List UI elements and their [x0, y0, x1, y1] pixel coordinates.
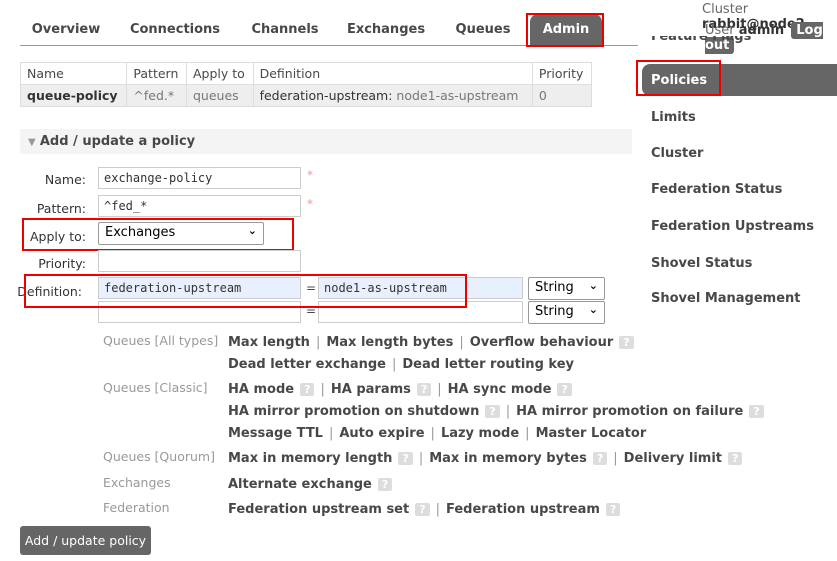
separator: | [613, 451, 618, 466]
help-key-link[interactable]: HA params [331, 382, 411, 397]
help-key-link[interactable]: Lazy mode [441, 426, 519, 441]
help-icon[interactable]: ? [415, 503, 430, 516]
help-line: Dead letter exchange | Dead letter routing… [228, 357, 574, 372]
help-line: Alternate exchange? [228, 477, 393, 492]
tab-connections[interactable]: Connections [125, 14, 225, 46]
separator: | [418, 451, 424, 466]
help-key-link[interactable]: HA mirror promotion on failure [516, 404, 743, 419]
col-pattern: Pattern [126, 62, 187, 85]
sidebar-item-policies[interactable]: Policies [642, 64, 837, 96]
col-name: Name [19, 62, 128, 85]
help-line: Federation upstream set? | Federation upst… [228, 502, 621, 517]
policies-table: Name Pattern Apply to Definition Priority qu… [19, 62, 593, 107]
help-group-label: Queues [Classic] [103, 380, 208, 395]
priority-input[interactable] [98, 250, 301, 272]
sidebar-item-feature-flags[interactable]: Feature Flags [651, 36, 751, 48]
definition-value-input[interactable]: node1-as-upstream [318, 277, 523, 299]
help-key-link[interactable]: Message TTL [228, 426, 323, 441]
help-key-link[interactable]: HA mode [228, 382, 294, 397]
help-group-label: Exchanges [103, 475, 171, 490]
add-update-policy-button[interactable]: Add / update policy [20, 526, 151, 555]
help-key-link[interactable]: Federation upstream [446, 502, 600, 517]
help-line: Message TTL | Auto expire | Lazy mode | Master… [228, 426, 646, 441]
collapse-triangle-icon: ▼ [28, 137, 36, 148]
tab-overview[interactable]: Overview [26, 14, 106, 46]
pattern-input[interactable]: ^fed_* [98, 195, 301, 217]
sidebar-item-federation-status[interactable]: Federation Status [651, 182, 782, 197]
help-line: Max in memory length? | Max in memory byte… [228, 451, 743, 466]
policy-name-link[interactable]: queue-policy [27, 88, 118, 103]
separator: | [430, 426, 435, 441]
definition-key-input-2[interactable] [98, 301, 301, 323]
section-header[interactable]: ▼ Add / update a policy [20, 129, 632, 154]
help-icon[interactable]: ? [377, 478, 393, 491]
help-icon[interactable]: ? [592, 452, 608, 465]
help-key-link[interactable]: Dead letter routing key [402, 357, 574, 372]
separator: | [315, 335, 321, 350]
help-key-link[interactable]: Auto expire [339, 426, 424, 441]
help-key-link[interactable]: Master Locator [536, 426, 647, 441]
help-key-link[interactable]: Max length bytes [326, 335, 453, 350]
help-icon[interactable]: ? [398, 452, 413, 465]
separator: | [328, 426, 334, 441]
separator: | [505, 404, 511, 419]
help-icon[interactable]: ? [557, 383, 572, 396]
help-line: HA mode? | HA params? | HA sync mode? [228, 382, 572, 397]
help-line: Max length | Max length bytes | Overflow beh… [228, 335, 634, 350]
chevron-down-icon: ⌄ [588, 303, 598, 316]
help-key-link[interactable]: Alternate exchange [228, 477, 372, 492]
help-key-link[interactable]: Max in memory bytes [429, 451, 587, 466]
separator: | [437, 382, 442, 397]
help-line: HA mirror promotion on shutdown? | HA mirr… [228, 404, 764, 419]
help-key-link[interactable]: HA sync mode [448, 382, 552, 397]
separator: | [320, 382, 325, 397]
help-key-link[interactable]: Max in memory length [228, 451, 392, 466]
tab-admin[interactable]: Admin [530, 14, 602, 46]
help-group-label: Federation [103, 500, 170, 515]
col-apply-to: Apply to [185, 62, 254, 85]
sidebar-item-federation-upstreams[interactable]: Federation Upstreams [651, 219, 814, 234]
col-definition: Definition [252, 62, 533, 85]
tab-exchanges[interactable]: Exchanges [343, 14, 429, 46]
definition-key-input[interactable]: federation-upstream [98, 277, 301, 299]
table-row: queue-policy ^fed.* queues federation-up… [19, 84, 593, 107]
help-icon[interactable]: ? [416, 383, 432, 396]
definition-value-input-2[interactable] [318, 301, 523, 323]
col-priority: Priority [531, 62, 593, 85]
help-icon[interactable]: ? [619, 336, 634, 349]
chevron-down-icon: ⌄ [588, 279, 598, 292]
tab-channels[interactable]: Channels [245, 14, 325, 46]
help-key-link[interactable]: Dead letter exchange [228, 357, 386, 372]
name-input[interactable]: exchange-policy [98, 167, 301, 189]
help-icon[interactable]: ? [300, 383, 315, 396]
sidebar-item-cluster[interactable]: Cluster [651, 146, 703, 161]
help-icon[interactable]: ? [728, 452, 743, 465]
chevron-down-icon: ⌄ [247, 224, 257, 237]
help-key-link[interactable]: Overflow behaviour [470, 335, 614, 350]
definition-type-select[interactable]: String ⌄ [528, 277, 605, 300]
help-group-label: Queues [All types] [103, 333, 219, 348]
help-key-link[interactable]: Federation upstream set [228, 502, 409, 517]
help-key-link[interactable]: HA mirror promotion on shutdown [228, 404, 479, 419]
separator: | [459, 335, 464, 350]
separator: | [525, 426, 530, 441]
help-icon[interactable]: ? [485, 405, 500, 418]
definition-type-select-2[interactable]: String ⌄ [528, 301, 605, 324]
tab-queues[interactable]: Queues [450, 14, 516, 46]
help-icon[interactable]: ? [749, 405, 764, 418]
help-key-link[interactable]: Delivery limit [624, 451, 722, 466]
help-group-label: Queues [Quorum] [103, 449, 215, 464]
separator: | [391, 357, 397, 372]
help-key-link[interactable]: Max length [228, 335, 310, 350]
sidebar-item-shovel-management[interactable]: Shovel Management [651, 291, 801, 306]
separator: | [435, 502, 440, 517]
help-icon[interactable]: ? [605, 503, 621, 516]
nav-divider [20, 45, 638, 46]
sidebar-item-shovel-status[interactable]: Shovel Status [651, 256, 752, 271]
apply-to-select[interactable]: Exchanges ⌄ [98, 222, 264, 245]
sidebar-item-limits[interactable]: Limits [651, 110, 696, 125]
